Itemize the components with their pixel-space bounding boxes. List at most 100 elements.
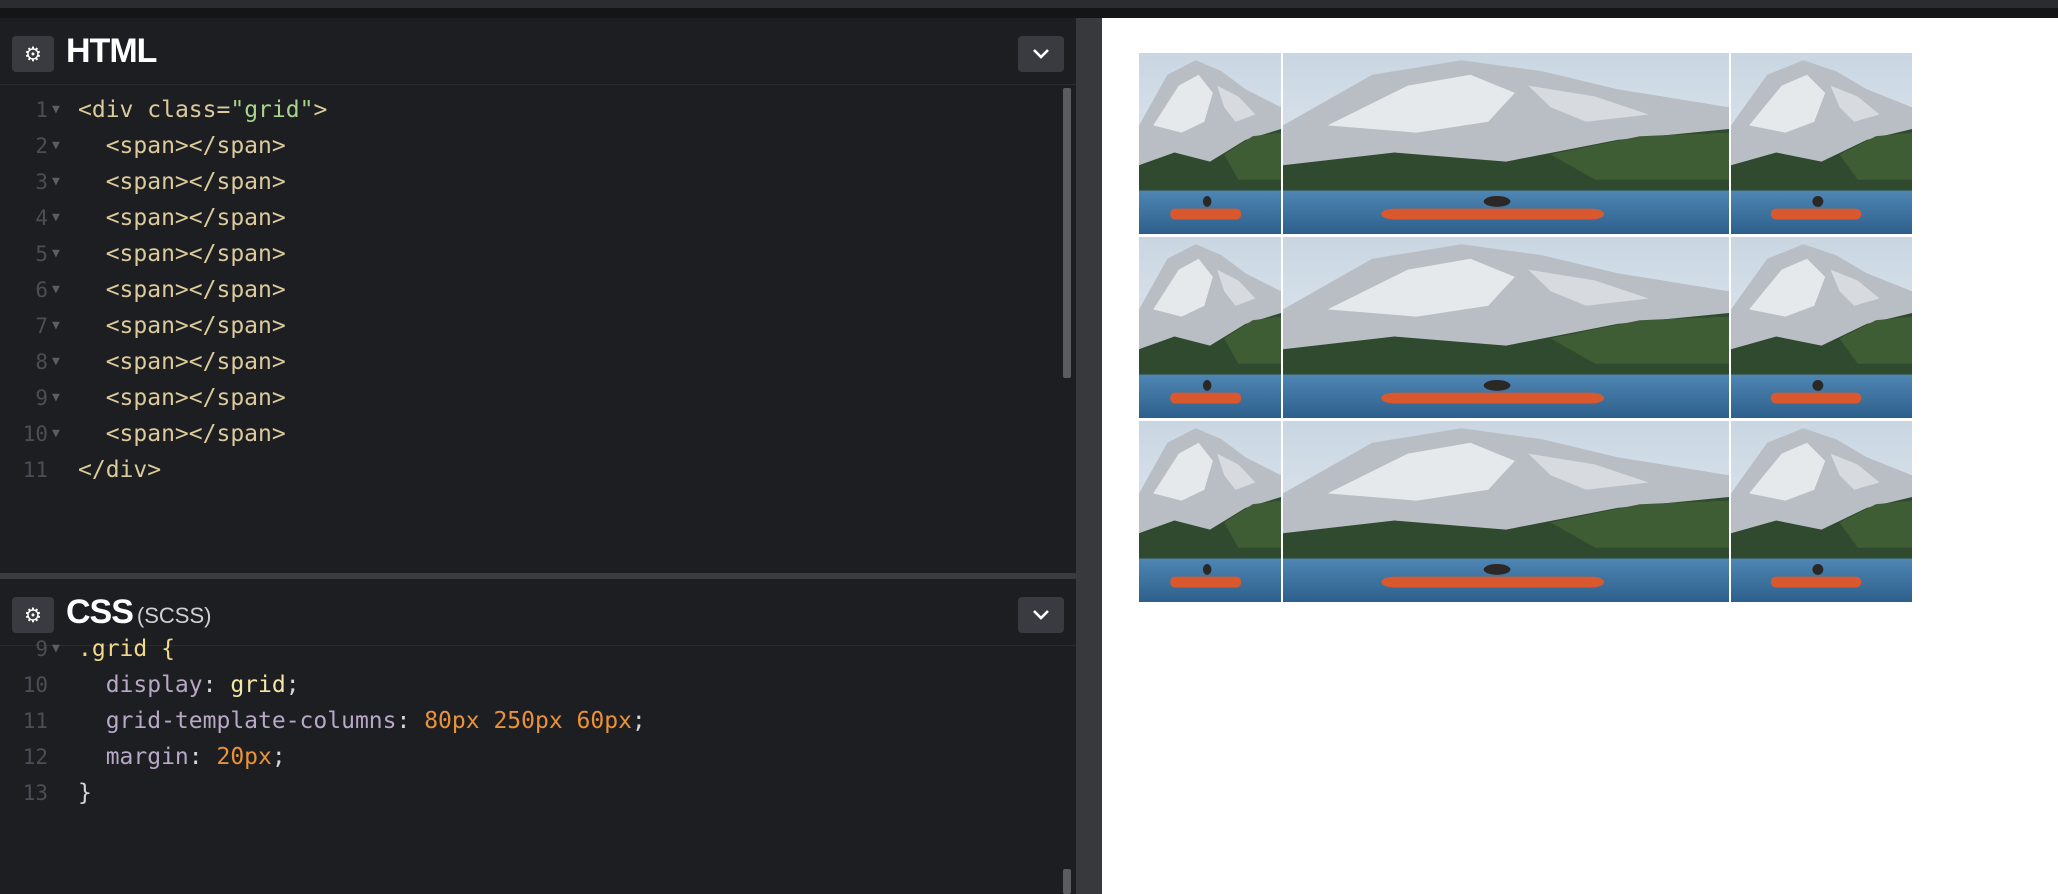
- grid-image-tile: [1731, 237, 1912, 418]
- code-text: <span></span>: [78, 308, 286, 344]
- top-bar: [0, 0, 2058, 18]
- code-text: margin: 20px;: [78, 739, 286, 775]
- chevron-down-icon: [1033, 49, 1049, 59]
- css-panel-title: CSS (SCSS): [66, 593, 211, 632]
- line-number: 6: [35, 278, 48, 302]
- code-token: <span></span>: [78, 385, 286, 411]
- fold-arrow-icon[interactable]: ▼: [52, 308, 60, 344]
- gear-icon: ⚙: [24, 604, 42, 627]
- code-token: }: [78, 780, 92, 806]
- code-line: 11 grid-template-columns: 80px 250px 60p…: [0, 703, 1060, 739]
- fold-arrow-icon[interactable]: ▼: [52, 200, 60, 236]
- line-number: 2: [35, 134, 48, 158]
- code-text: <span></span>: [78, 272, 286, 308]
- code-line: 1 ▼ <div class="grid">: [0, 92, 1060, 128]
- gear-icon: ⚙: [24, 43, 42, 66]
- fold-arrow-icon[interactable]: ▼: [52, 380, 60, 416]
- code-token: >: [313, 97, 328, 123]
- code-token: <span></span>: [78, 349, 286, 375]
- line-number: 13: [22, 781, 48, 805]
- code-token: 20px: [216, 744, 272, 770]
- code-token: <span></span>: [78, 241, 286, 267]
- grid-image-tile: [1283, 53, 1729, 234]
- code-line: 5 ▼ <span></span>: [0, 236, 1060, 272]
- code-token: :: [188, 744, 217, 770]
- code-token: </div>: [78, 457, 162, 483]
- code-text: <span></span>: [78, 236, 286, 272]
- code-text: .grid {: [78, 631, 175, 667]
- css-scrollbar[interactable]: [1060, 647, 1076, 894]
- html-collapse-button[interactable]: [1018, 36, 1064, 72]
- code-line: 4 ▼ <span></span>: [0, 200, 1060, 236]
- html-settings-button[interactable]: ⚙: [12, 36, 54, 72]
- line-number: 9: [35, 386, 48, 410]
- line-number: 3: [35, 170, 48, 194]
- code-token: <span></span>: [78, 313, 286, 339]
- grid-image-tile: [1283, 421, 1729, 602]
- code-text: </div>: [78, 452, 161, 488]
- line-number: 8: [35, 350, 48, 374]
- line-number: 10: [22, 673, 48, 697]
- code-text: grid-template-columns: 80px 250px 60px;: [78, 703, 646, 739]
- code-text: <span></span>: [78, 344, 286, 380]
- fold-arrow-icon[interactable]: ▼: [52, 631, 60, 667]
- code-text: }: [78, 775, 92, 811]
- code-line: 6 ▼ <span></span>: [0, 272, 1060, 308]
- line-number: 7: [35, 314, 48, 338]
- code-token: ;: [271, 744, 286, 770]
- code-token: display: [78, 672, 203, 698]
- css-collapse-button[interactable]: [1018, 597, 1064, 633]
- code-text: <span></span>: [78, 416, 286, 452]
- grid-image-tile: [1283, 237, 1729, 418]
- html-panel-header: ⚙ HTML: [0, 18, 1076, 85]
- fold-arrow-icon[interactable]: ▼: [52, 236, 60, 272]
- fold-arrow-icon[interactable]: ▼: [52, 344, 60, 380]
- code-token: <span></span>: [78, 277, 286, 303]
- grid-image-tile: [1731, 53, 1912, 234]
- code-line: 10 display: grid;: [0, 667, 1060, 703]
- html-editor-panel: ⚙ HTML 1 ▼ <div class="grid"> 2 ▼ <span></sp…: [0, 18, 1076, 573]
- line-number: 9: [35, 637, 48, 661]
- code-token: <span></span>: [78, 133, 286, 159]
- code-token: grid: [230, 672, 286, 698]
- grid-image-tile: [1139, 421, 1281, 602]
- html-code-area[interactable]: 1 ▼ <div class="grid"> 2 ▼ <span></span> 3 ▼ <…: [0, 92, 1060, 562]
- chevron-down-icon: [1033, 610, 1049, 620]
- code-text: <span></span>: [78, 380, 286, 416]
- line-number: 10: [22, 422, 48, 446]
- code-token: grid-template-columns: [78, 708, 397, 734]
- fold-arrow-icon[interactable]: ▼: [52, 128, 60, 164]
- code-line: 11 </div>: [0, 452, 1060, 488]
- code-line: 13}: [0, 775, 1060, 811]
- line-number: 5: [35, 242, 48, 266]
- code-line: 12 margin: 20px;: [0, 739, 1060, 775]
- code-token: "grid": [230, 97, 314, 123]
- fold-arrow-icon[interactable]: ▼: [52, 92, 60, 128]
- code-text: <span></span>: [78, 164, 286, 200]
- fold-arrow-icon[interactable]: ▼: [52, 164, 60, 200]
- code-text: <span></span>: [78, 128, 286, 164]
- css-settings-button[interactable]: ⚙: [12, 597, 54, 633]
- code-line: 10 ▼ <span></span>: [0, 416, 1060, 452]
- fold-arrow-icon[interactable]: ▼: [52, 416, 60, 452]
- css-scrollbar-thumb[interactable]: [1063, 869, 1071, 894]
- html-scrollbar[interactable]: [1060, 88, 1076, 573]
- preview-grid: [1139, 53, 1912, 602]
- grid-image-tile: [1139, 53, 1281, 234]
- code-token: class=: [147, 97, 231, 123]
- css-code-area[interactable]: 9 ▼ .grid {10 display: grid; 11 grid-templa…: [0, 631, 1060, 894]
- code-line: 3 ▼ <span></span>: [0, 164, 1060, 200]
- code-text: <div class="grid">: [78, 92, 327, 128]
- code-token: :: [202, 672, 231, 698]
- editor-preview-splitter[interactable]: [1076, 18, 1102, 894]
- code-text: display: grid;: [78, 667, 300, 703]
- css-editor-panel: ⚙ CSS (SCSS) 9 ▼ .grid {10 display: grid; 11…: [0, 579, 1076, 894]
- code-line: 8 ▼ <span></span>: [0, 344, 1060, 380]
- fold-arrow-icon[interactable]: ▼: [52, 272, 60, 308]
- code-line: 7 ▼ <span></span>: [0, 308, 1060, 344]
- grid-image-tile: [1731, 421, 1912, 602]
- code-token: <div: [78, 97, 148, 123]
- html-scrollbar-thumb[interactable]: [1063, 88, 1071, 378]
- css-title-text: CSS: [66, 593, 134, 631]
- code-token: <span></span>: [78, 205, 286, 231]
